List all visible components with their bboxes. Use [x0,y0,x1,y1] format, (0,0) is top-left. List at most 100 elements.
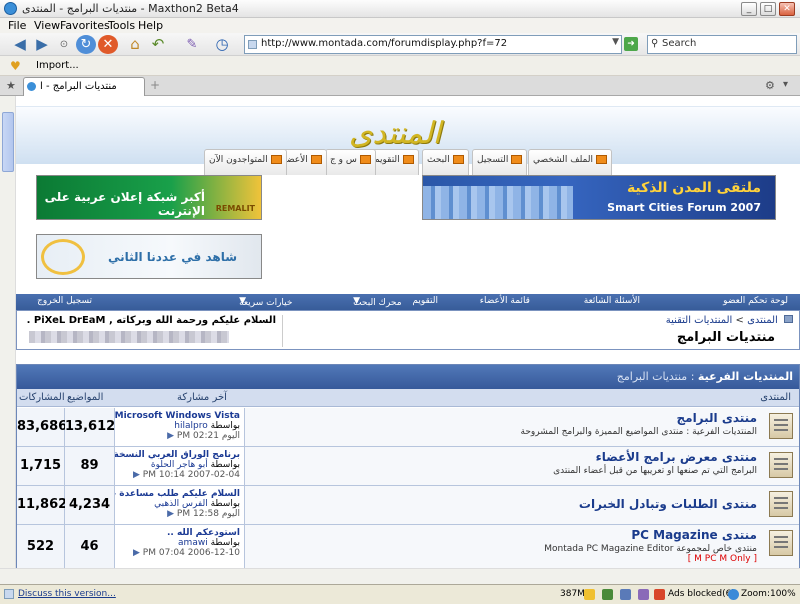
nav-user-cp[interactable]: لوحة تحكم العضو [723,296,788,306]
table-title: المنتديات الفرعية [697,370,793,383]
ad-banner-remalit[interactable]: أكبر شبكة إعلان عربية على الإنترنت REMAL… [36,175,262,220]
menu-favorites[interactable]: Favorites [60,19,110,32]
post-date: 2006-12-10 [187,548,240,558]
last-post-cell: أستودعكم الله .. بواسطة amawi 2006-12-10… [115,525,245,573]
horizontal-scrollbar[interactable] [0,568,800,584]
tab-menu-icon[interactable]: ▾ [783,79,788,90]
tab-active[interactable]: منتديات البرامج - ا [23,77,145,96]
menu-view[interactable]: View [34,19,60,32]
last-post-title[interactable]: أستودعكم الله .. [115,528,240,538]
clock-icon[interactable]: ◷ [212,35,232,54]
nav-quick-links[interactable]: خيارات سريعة ▼ [239,296,292,308]
wrench-icon[interactable]: ⚙ [765,79,775,92]
zoom-level[interactable]: Zoom:100% [741,589,796,599]
page-title: منتديات البرامج [676,330,775,345]
subforums-table: المنتديات الفرعية : منتديات البرامج المن… [16,364,800,574]
goto-last-icon[interactable]: ▶ [133,548,140,558]
nav-tab-calendar[interactable]: التقويم [369,149,419,175]
forum-name[interactable]: منتدى PC Magazine [245,528,757,542]
scroll-thumb[interactable] [2,112,14,172]
post-date: اليوم [221,509,240,519]
heart-icon: ♥ [10,59,21,73]
maxthon-app-icon [4,2,17,15]
post-time: 02:21 PM [176,431,219,441]
vertical-scrollbar[interactable] [0,96,16,584]
posts-count: 1,715 [17,447,65,485]
goto-last-icon[interactable]: ▶ [167,509,174,519]
screenshot-icon[interactable] [638,589,649,600]
post-time: 10:14 PM [142,470,185,480]
forum-cell: منتدى البرامج المنتديات الفرعية : منتدى … [245,408,799,446]
forum-description: منتدى خاص لمجموعة Montada PC Magazine Ed… [544,544,757,554]
lightning-icon[interactable] [584,589,595,600]
post-date: 2007-02-04 [187,470,240,480]
magic-fill-icon[interactable]: ✎ [182,35,202,54]
page-icon [248,40,257,49]
search-box[interactable]: ⚲ Search [647,35,797,54]
nav-faq[interactable]: الأسئلة الشائعة [584,296,640,306]
resource-icon[interactable] [602,589,613,600]
goto-last-icon[interactable]: ▶ [167,431,174,441]
go-icon[interactable]: ➜ [624,37,638,51]
post-time: 12:58 PM [176,509,219,519]
refresh-icon[interactable]: ↻ [76,35,96,54]
ad-banner-smart-cities[interactable]: ملتقى المدن الذكية Smart Cities Forum 20… [422,175,776,220]
forum-name[interactable]: منتدى البرامج [245,411,757,425]
star-icon[interactable]: ★ [6,79,16,92]
page-viewport: المنتدى الملف الشخصي التسجيل البحث التقو… [0,96,800,584]
sniffer-icon[interactable] [620,589,631,600]
breadcrumb-section[interactable]: المنتديات التقنية [666,315,733,326]
ads-blocked[interactable]: Ads blocked(6) [668,589,735,599]
nav-search[interactable]: محرك البحث ▼ [353,296,401,308]
home-icon[interactable]: ⌂ [125,35,145,54]
import-link[interactable]: Import... [36,60,79,71]
last-poster[interactable]: أبو هاجر الحلوة [151,460,208,470]
last-poster[interactable]: hilalpro [174,421,207,431]
forum-cell: منتدى معرض برامج الأعضاء البرامج التي تم… [245,447,799,485]
new-tab-icon[interactable]: + [150,78,160,92]
menu-tools[interactable]: Tools [108,19,135,32]
zoom-icon[interactable] [728,589,739,600]
breadcrumb-root[interactable]: المنتدى [747,315,778,326]
last-poster[interactable]: amawi [178,538,208,548]
nav-tab-faq[interactable]: س و ج [325,149,376,175]
address-bar[interactable]: http://www.montada.com/forumdisplay.php?… [244,35,622,54]
forum-name[interactable]: منتدى معرض برامج الأعضاء [245,450,757,464]
goto-last-icon[interactable]: ▶ [133,470,140,480]
undo-close-icon[interactable]: ↶ [148,35,168,54]
menu-file[interactable]: File [8,19,26,32]
page-icon [4,589,14,599]
last-poster[interactable]: الفرس الذهبي [154,499,208,509]
last-post-title[interactable]: Microsoft Windows Vista... [115,411,240,421]
by-label: بواسطة [210,538,240,548]
breadcrumb-separator: > [735,315,744,326]
minimize-button[interactable]: _ [741,2,757,16]
forum-name[interactable]: منتدى الطلبات وتبادل الخبرات [245,497,757,511]
nav-memberlist[interactable]: قائمة الأعضاء [480,296,530,306]
discuss-link[interactable]: Discuss this version... [18,589,116,599]
close-window-button[interactable]: ✕ [779,2,795,16]
history-dropdown-icon[interactable]: ⊙ [54,35,74,54]
nav-calendar[interactable]: التقويم [412,296,438,306]
chevron-down-icon[interactable]: ▼ [612,37,619,47]
menu-help[interactable]: Help [138,19,163,32]
address-url[interactable]: http://www.montada.com/forumdisplay.php?… [261,38,507,49]
nav-tab-profile[interactable]: الملف الشخصي [528,149,612,175]
stop-icon[interactable]: ✕ [98,35,118,54]
back-icon[interactable]: ◀ [10,35,30,54]
forward-icon[interactable]: ▶ [32,35,52,54]
last-post-title[interactable]: السلام عليكم طلب مساعدة ب... [115,489,240,499]
nav-tab-register[interactable]: التسجيل [472,149,528,175]
ad-text: أكبر شبكة إعلان عربية على الإنترنت [44,190,205,218]
ad-block-icon[interactable] [654,589,665,600]
ad-title-ar: ملتقى المدن الذكية [626,180,761,196]
nav-tab-search[interactable]: البحث [422,149,469,175]
search-input[interactable]: Search [662,38,696,49]
nav-logout[interactable]: تسجيل الخروج [37,296,92,306]
ad-banner-issue[interactable]: شاهد في عددنا الثاني [36,234,262,279]
nav-tab-online[interactable]: المتواجدون الآن [204,149,287,175]
table-row: 83,686 13,612 Microsoft Windows Vista...… [17,408,799,447]
maximize-button[interactable]: □ [760,2,776,16]
last-post-title[interactable]: برنامج الوراق العربي النسخة... [115,450,240,460]
folder-icon [359,155,371,164]
